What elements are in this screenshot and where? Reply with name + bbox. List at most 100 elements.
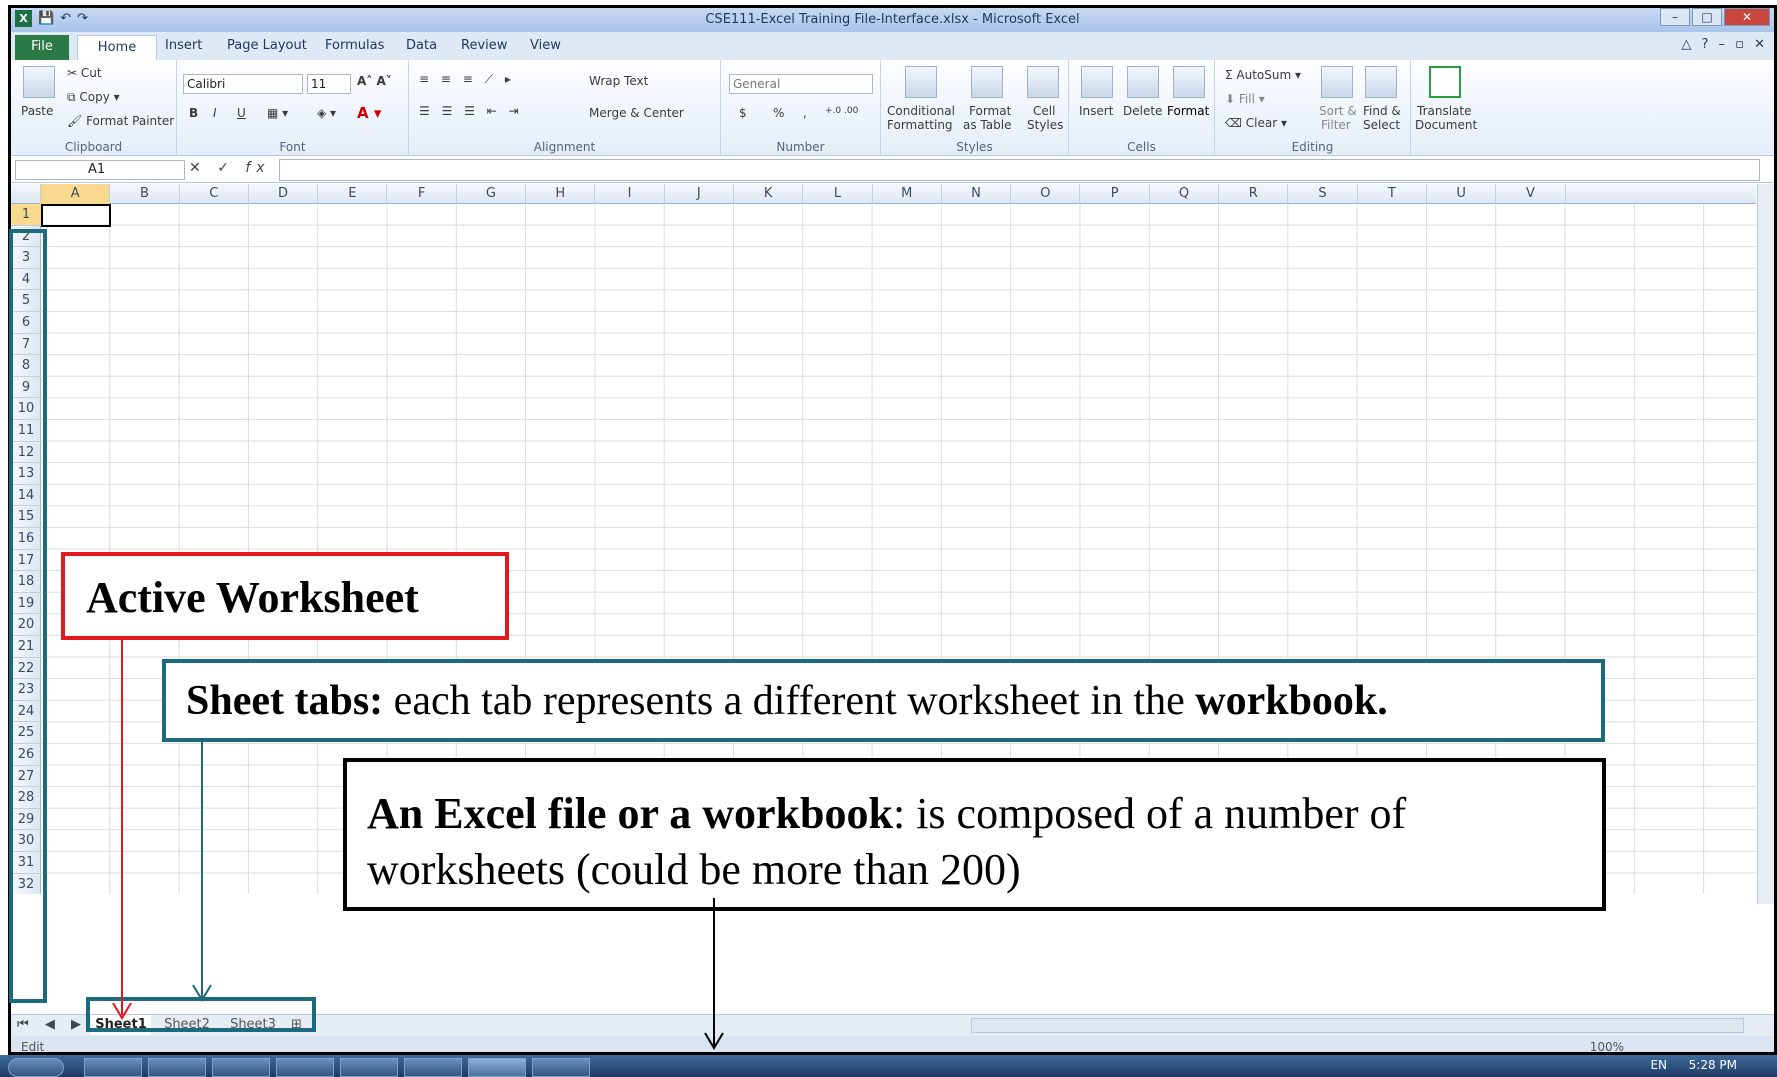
format-cells-button[interactable]: Format <box>1167 104 1209 118</box>
help-controls[interactable]: △ ? – ▫ ✕ <box>1681 37 1768 52</box>
tab-file[interactable]: File <box>15 35 69 60</box>
translate-document-icon[interactable] <box>1429 66 1461 98</box>
comma-button[interactable]: , <box>803 106 807 120</box>
active-cell[interactable] <box>41 204 111 227</box>
insert-cells-icon[interactable] <box>1081 66 1113 98</box>
translate-button[interactable]: Translate <box>1417 104 1472 118</box>
tab-home[interactable]: Home <box>77 35 157 60</box>
column-header[interactable]: K <box>734 184 804 204</box>
column-header[interactable]: T <box>1358 184 1427 204</box>
column-header[interactable]: S <box>1288 184 1358 204</box>
font-color-icon[interactable]: A ▾ <box>357 104 381 122</box>
maximize-button[interactable]: □ <box>1692 8 1722 26</box>
format-cells-icon[interactable] <box>1173 66 1205 98</box>
italic-button[interactable]: I <box>213 106 217 120</box>
tab-page-layout[interactable]: Page Layout <box>227 38 307 53</box>
bold-button[interactable]: B <box>189 106 198 120</box>
column-header[interactable]: A <box>41 184 111 204</box>
percent-button[interactable]: % <box>773 106 784 120</box>
number-format-select[interactable]: General <box>729 74 873 94</box>
column-header[interactable]: J <box>665 184 734 204</box>
sort-filter-icon[interactable] <box>1321 66 1353 98</box>
column-header[interactable]: D <box>249 184 319 204</box>
column-header[interactable]: M <box>873 184 942 204</box>
horizontal-scrollbar[interactable] <box>971 1018 1744 1033</box>
cell-styles-button[interactable]: Cell <box>1033 104 1055 118</box>
autosum-button[interactable]: Σ AutoSum ▾ <box>1225 68 1301 82</box>
cell-styles-icon[interactable] <box>1027 66 1059 98</box>
vertical-scrollbar[interactable] <box>1757 184 1774 904</box>
media-icon[interactable] <box>212 1058 270 1077</box>
column-header[interactable]: O <box>1011 184 1081 204</box>
explorer-icon[interactable] <box>148 1058 206 1077</box>
pdf-icon[interactable] <box>532 1058 590 1077</box>
column-header[interactable]: F <box>388 184 457 204</box>
vertical-align-icons[interactable]: ≡ ≡ ≡ ⟋ ▸ <box>419 72 515 87</box>
sort-filter-button[interactable]: Sort & <box>1319 104 1357 118</box>
clear-button[interactable]: ⌫ Clear ▾ <box>1225 116 1287 130</box>
column-header[interactable]: B <box>110 184 180 204</box>
increase-decimal-button[interactable]: +.0 .00 <box>825 106 858 116</box>
column-header[interactable]: Q <box>1150 184 1220 204</box>
fx-icon[interactable]: fx <box>245 160 270 176</box>
column-header[interactable]: I <box>595 184 665 204</box>
conditional-formatting-button[interactable]: Conditional <box>887 104 955 118</box>
start-button[interactable] <box>8 1058 64 1077</box>
delete-cells-icon[interactable] <box>1127 66 1159 98</box>
chrome-icon[interactable] <box>340 1058 398 1077</box>
copy-button[interactable]: ⧉ Copy ▾ <box>67 90 120 105</box>
fill-button[interactable]: ⬇ Fill ▾ <box>1225 92 1265 106</box>
font-size-select[interactable]: 11 <box>307 74 351 94</box>
firefox-icon[interactable] <box>276 1058 334 1077</box>
fill-color-icon[interactable]: ◈ ▾ <box>317 106 336 120</box>
conditional-formatting-button-l2: Formatting <box>887 118 953 132</box>
merge-center-button[interactable]: Merge & Center <box>589 106 684 120</box>
grow-font-button[interactable]: A˄ A˅ <box>357 74 392 88</box>
column-header[interactable]: N <box>942 184 1012 204</box>
column-header[interactable]: V <box>1496 184 1566 204</box>
font-name-select[interactable]: Calibri <box>183 74 303 94</box>
tab-review[interactable]: Review <box>461 38 507 53</box>
cut-button[interactable]: ✂ Cut <box>67 66 102 80</box>
currency-button[interactable]: $ <box>739 106 747 120</box>
close-button[interactable]: ✕ <box>1724 8 1770 26</box>
format-as-table-button[interactable]: Format <box>969 104 1011 118</box>
column-header[interactable]: U <box>1427 184 1497 204</box>
paste-icon[interactable] <box>23 66 55 98</box>
tab-formulas[interactable]: Formulas <box>325 38 384 53</box>
delete-cells-button[interactable]: Delete <box>1123 104 1162 118</box>
column-header[interactable]: H <box>526 184 596 204</box>
powerpoint-icon[interactable] <box>404 1058 462 1077</box>
insert-cells-button[interactable]: Insert <box>1079 104 1113 118</box>
format-painter-button[interactable]: 🖌 Format Painter <box>67 114 174 128</box>
excel-taskbar-icon[interactable] <box>468 1058 526 1077</box>
borders-icon[interactable]: ▦ ▾ <box>267 106 288 120</box>
formula-input[interactable] <box>279 159 1760 181</box>
underline-button[interactable]: U <box>237 106 246 120</box>
column-header[interactable]: L <box>803 184 873 204</box>
cancel-icon[interactable]: ✕ <box>189 160 207 176</box>
column-header[interactable]: R <box>1219 184 1289 204</box>
language-indicator[interactable]: EN <box>1650 1058 1667 1072</box>
zoom-level[interactable]: 100% <box>1590 1040 1624 1052</box>
tab-data[interactable]: Data <box>406 38 437 53</box>
wrap-text-button[interactable]: Wrap Text <box>589 74 648 88</box>
column-header[interactable]: P <box>1081 184 1150 204</box>
column-header[interactable]: G <box>457 184 527 204</box>
conditional-formatting-icon[interactable] <box>905 66 937 98</box>
name-box[interactable]: A1 <box>15 160 185 180</box>
horizontal-align-icons[interactable]: ☰ ☰ ☰ ⇤ ⇥ <box>419 104 523 118</box>
column-header[interactable]: E <box>318 184 388 204</box>
enter-icon[interactable]: ✓ <box>217 160 235 176</box>
row-header[interactable]: 1 <box>11 204 41 226</box>
ie-icon[interactable] <box>84 1058 142 1077</box>
tab-insert[interactable]: Insert <box>165 38 202 53</box>
tab-view[interactable]: View <box>530 38 561 53</box>
minimize-button[interactable]: – <box>1660 8 1690 26</box>
find-select-button[interactable]: Find & <box>1363 104 1401 118</box>
paste-button[interactable]: Paste <box>21 104 53 118</box>
column-header[interactable]: C <box>180 184 249 204</box>
format-as-table-icon[interactable] <box>971 66 1003 98</box>
find-select-icon[interactable] <box>1365 66 1397 98</box>
select-all-corner[interactable] <box>11 184 41 204</box>
